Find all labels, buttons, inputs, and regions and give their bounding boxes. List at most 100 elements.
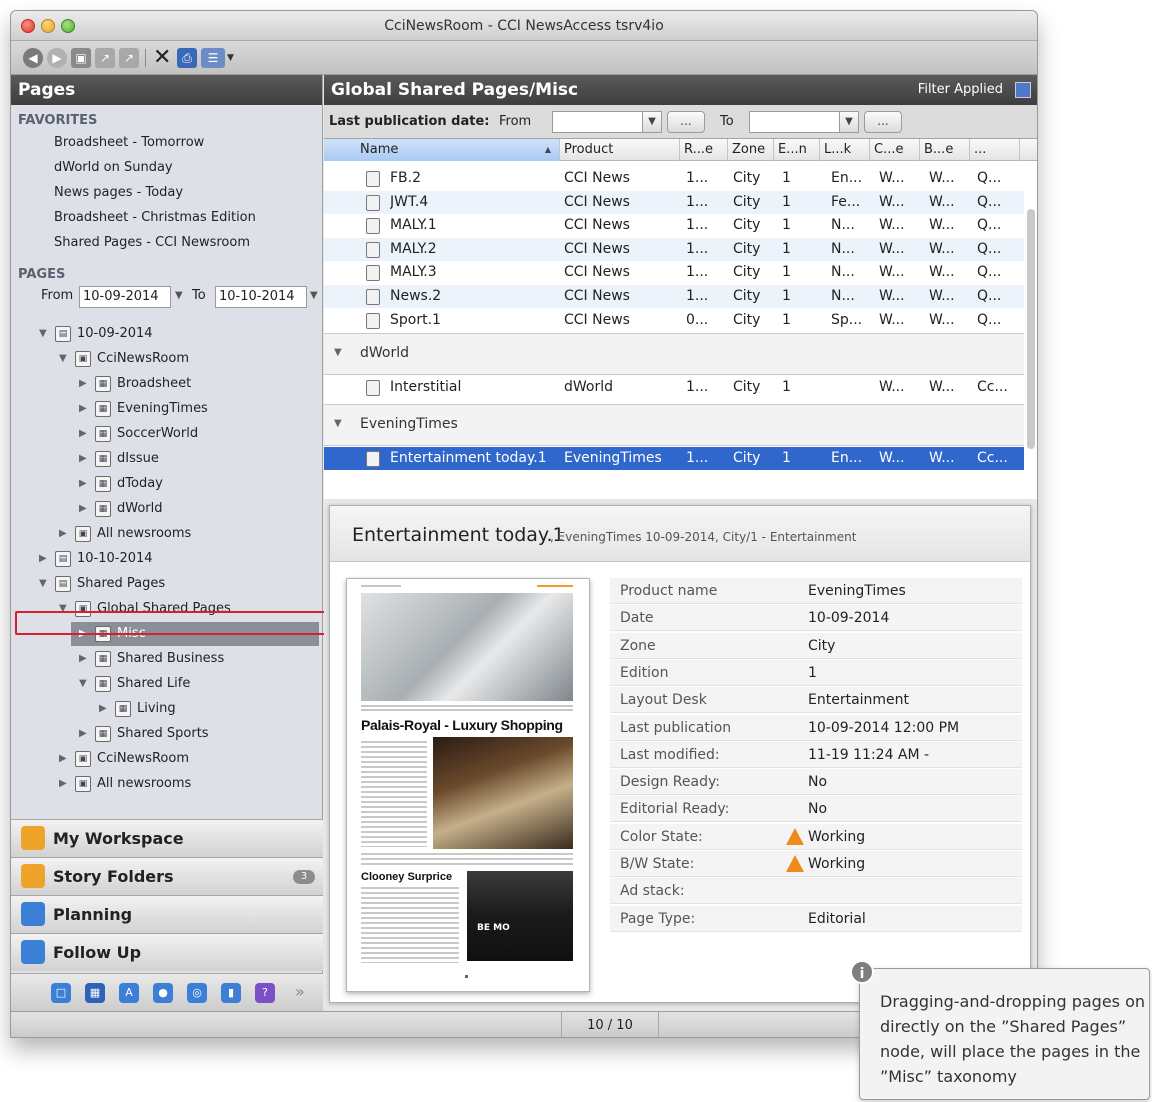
disclosure-collapsed-icon[interactable]: ▶ bbox=[59, 772, 71, 796]
from-picker-button[interactable]: ... bbox=[667, 111, 705, 133]
column-header-name[interactable]: Name ▲ bbox=[324, 139, 560, 161]
table-row[interactable]: MALY.1 CCI News 1... City 1 N... W... W... Q... bbox=[324, 214, 1024, 237]
from-date-field[interactable]: 10-09-2014 bbox=[79, 286, 171, 308]
share-icon[interactable]: ↗ bbox=[119, 48, 139, 68]
tree-node[interactable]: ▶ ▦ SoccerWorld bbox=[79, 422, 319, 446]
filter-to-input[interactable] bbox=[749, 111, 841, 133]
vertical-scrollbar[interactable] bbox=[1027, 209, 1035, 449]
disclosure-collapsed-icon[interactable]: ▶ bbox=[79, 447, 91, 471]
table-row[interactable]: News.2 CCI News 1... City 1 N... W... W... Q... bbox=[324, 285, 1024, 308]
column-header-more[interactable]: ... bbox=[970, 139, 1020, 161]
tree-node-label: Shared Business bbox=[117, 651, 225, 666]
column-header-zone[interactable]: Zone bbox=[728, 139, 774, 161]
to-picker-button[interactable]: ... bbox=[864, 111, 902, 133]
tree-node[interactable]: ▶ ▦ Living bbox=[99, 697, 319, 721]
table-row[interactable]: MALY.3 CCI News 1... City 1 N... W... W... Q... bbox=[324, 261, 1024, 284]
tree-node[interactable]: ▼ ▣ CciNewsRoom bbox=[59, 347, 319, 371]
group-label: dWorld bbox=[360, 345, 410, 361]
disclosure-expanded-icon[interactable]: ▼ bbox=[334, 347, 342, 358]
table-row[interactable]: JWT.4 CCI News 1... City 1 Fe... W... W... Q... bbox=[324, 190, 1024, 214]
table-cell: W... bbox=[929, 193, 955, 210]
more-icon[interactable]: » bbox=[295, 982, 305, 1001]
chevron-down-icon[interactable]: ▼ bbox=[175, 290, 183, 301]
tree-node[interactable]: ▶ ▦ EveningTimes bbox=[79, 397, 319, 421]
disclosure-expanded-icon[interactable]: ▼ bbox=[79, 672, 91, 696]
tree-node[interactable]: ▶ ▦ Shared Business bbox=[79, 647, 319, 671]
to-date-field[interactable]: 10-10-2014 bbox=[215, 286, 307, 308]
chevron-down-icon[interactable]: ▼ bbox=[310, 290, 318, 301]
column-header-c[interactable]: C...e bbox=[870, 139, 920, 161]
text-icon[interactable]: A bbox=[119, 983, 139, 1003]
nav-my-workspace[interactable]: My Workspace bbox=[11, 819, 323, 857]
disclosure-expanded-icon[interactable]: ▼ bbox=[39, 572, 51, 596]
disclosure-expanded-icon[interactable]: ▼ bbox=[59, 347, 71, 371]
disclosure-expanded-icon[interactable]: ▼ bbox=[334, 418, 342, 429]
view-options-icon[interactable]: ☰ bbox=[201, 48, 225, 68]
disclosure-collapsed-icon[interactable]: ▶ bbox=[79, 472, 91, 496]
globe-icon[interactable]: ◎ bbox=[187, 983, 207, 1003]
table-row[interactable]: FB.2 CCI News 1... City 1 En... W... W... Q... bbox=[324, 167, 1024, 190]
favorite-item[interactable]: Broadsheet - Christmas Edition bbox=[54, 210, 256, 225]
nav-story-folders[interactable]: Story Folders 3 bbox=[11, 857, 323, 895]
favorite-item[interactable]: Broadsheet - Tomorrow bbox=[54, 135, 204, 150]
chevron-down-icon[interactable]: ▼ bbox=[839, 111, 859, 133]
page-thumbnail[interactable]: Palais-Royal - Luxury Shopping Clooney S… bbox=[346, 578, 590, 992]
save-icon[interactable]: ▣ bbox=[71, 48, 91, 68]
tree-node[interactable]: ▶ ▦ dIssue bbox=[79, 447, 319, 471]
nav-follow-up[interactable]: Follow Up bbox=[11, 933, 323, 971]
stats-icon[interactable]: ▮ bbox=[221, 983, 241, 1003]
tree-node[interactable]: ▶ ▦ Broadsheet bbox=[79, 372, 319, 396]
filter-icon[interactable] bbox=[1015, 82, 1031, 98]
layout-icon[interactable]: ▦ bbox=[85, 983, 105, 1003]
disclosure-collapsed-icon[interactable]: ▶ bbox=[59, 522, 71, 546]
tree-node[interactable]: ▶ ▦ dToday bbox=[79, 472, 319, 496]
tree-node[interactable]: ▶ ▣ All newsrooms bbox=[59, 522, 319, 546]
disclosure-expanded-icon[interactable]: ▼ bbox=[39, 322, 51, 346]
tree-node[interactable]: ▶ ▦ Shared Sports bbox=[79, 722, 319, 746]
favorite-item[interactable]: News pages - Today bbox=[54, 185, 183, 200]
tree-node[interactable]: ▶ ▤ 10-10-2014 bbox=[39, 547, 319, 571]
tree-node[interactable]: ▶ ▣ CciNewsRoom bbox=[59, 747, 319, 771]
table-row[interactable]: Entertainment today.1 EveningTimes 1... Cit… bbox=[324, 447, 1024, 470]
filter-from-input[interactable] bbox=[552, 111, 644, 133]
favorite-item[interactable]: Shared Pages - CCI Newsroom bbox=[54, 235, 250, 250]
column-header-r[interactable]: R...e bbox=[680, 139, 728, 161]
chevron-down-icon[interactable]: ▼ bbox=[642, 111, 662, 133]
clipboard-icon[interactable]: □ bbox=[51, 983, 71, 1003]
column-header-b[interactable]: B...e bbox=[920, 139, 970, 161]
table-row[interactable]: Sport.1 CCI News 0... City 1 Sp... W... W... Q..… bbox=[324, 309, 1024, 332]
tree-node[interactable]: ▼ ▦ Shared Life bbox=[79, 672, 319, 696]
tree-node[interactable]: ▶ ▦ dWorld bbox=[79, 497, 319, 521]
disclosure-collapsed-icon[interactable]: ▶ bbox=[79, 397, 91, 421]
table-row[interactable]: Interstitial dWorld 1... City 1 W... W... Cc... bbox=[324, 376, 1024, 399]
table-row[interactable]: MALY.2 CCI News 1... City 1 N... W... W... Q... bbox=[324, 237, 1024, 261]
column-header-e[interactable]: E...n bbox=[774, 139, 820, 161]
tree-node[interactable]: ▶ ▣ All newsrooms bbox=[59, 772, 319, 796]
print-icon[interactable]: ⎙ bbox=[177, 48, 197, 68]
column-header-l[interactable]: L...k bbox=[820, 139, 870, 161]
favorite-item[interactable]: dWorld on Sunday bbox=[54, 160, 173, 175]
tree-node[interactable]: ▼ ▤ Shared Pages bbox=[39, 572, 319, 596]
contacts-icon[interactable]: ● bbox=[153, 983, 173, 1003]
disclosure-collapsed-icon[interactable]: ▶ bbox=[79, 647, 91, 671]
tree-node[interactable]: ▼ ▤ 10-09-2014 bbox=[39, 322, 319, 346]
chevron-down-icon[interactable]: ▼ bbox=[227, 53, 234, 63]
lightbulb-icon[interactable]: ? bbox=[255, 983, 275, 1003]
group-header[interactable]: ▼ EveningTimes bbox=[324, 404, 1024, 446]
column-header-product[interactable]: Product bbox=[560, 139, 680, 161]
delete-icon[interactable]: ✕ bbox=[153, 47, 173, 69]
disclosure-collapsed-icon[interactable]: ▶ bbox=[79, 372, 91, 396]
back-arrow-icon[interactable]: ◀ bbox=[23, 48, 43, 68]
disclosure-collapsed-icon[interactable]: ▶ bbox=[99, 697, 111, 721]
disclosure-collapsed-icon[interactable]: ▶ bbox=[39, 547, 51, 571]
disclosure-collapsed-icon[interactable]: ▶ bbox=[79, 422, 91, 446]
disclosure-collapsed-icon[interactable]: ▶ bbox=[59, 747, 71, 771]
thumb-photo bbox=[467, 871, 573, 961]
tree-node-label: Shared Pages bbox=[77, 576, 166, 591]
group-header[interactable]: ▼ dWorld bbox=[324, 333, 1024, 375]
nav-planning[interactable]: Planning bbox=[11, 895, 323, 933]
disclosure-collapsed-icon[interactable]: ▶ bbox=[79, 722, 91, 746]
disclosure-collapsed-icon[interactable]: ▶ bbox=[79, 497, 91, 521]
forward-arrow-icon[interactable]: ▶ bbox=[47, 48, 67, 68]
export-icon[interactable]: ↗ bbox=[95, 48, 115, 68]
